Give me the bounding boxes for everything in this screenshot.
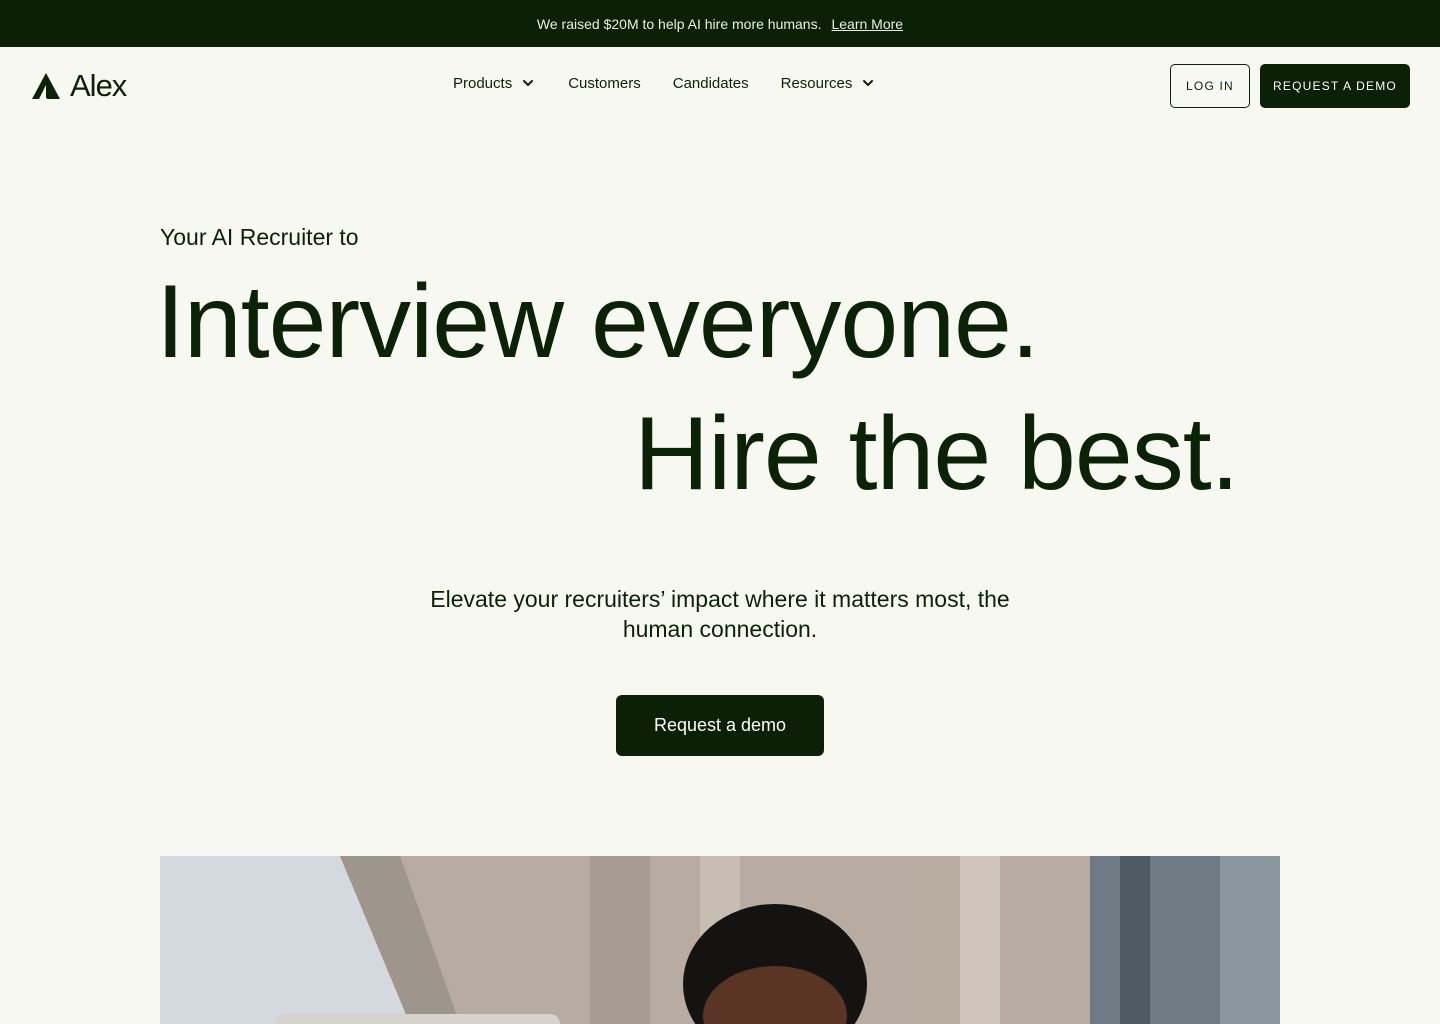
hero-request-demo-button[interactable]: Request a demo (616, 695, 824, 756)
hero-headline-line-2: Hire the best. (634, 396, 1240, 512)
chevron-down-icon (863, 80, 874, 86)
nav-item-label: Products (453, 74, 513, 92)
hero-headline-line-1: Interview everyone. (156, 264, 1040, 380)
chevron-down-icon (523, 80, 534, 86)
hero-photo-illustration (160, 856, 1280, 1024)
brand-logo[interactable]: Alex (30, 68, 127, 104)
announcement-text: We raised $20M to help AI hire more huma… (536, 15, 822, 32)
alex-logo-icon (32, 73, 60, 99)
hero-eyebrow: Your AI Recruiter to (160, 224, 359, 250)
hero-subtext: Elevate your recruiters’ impact where it… (430, 586, 1010, 642)
main-nav: Products Customers Candidates Resources (453, 70, 876, 96)
brand-name: Alex (70, 68, 127, 103)
nav-item-products[interactable]: Products (453, 75, 536, 92)
announcement-bar: We raised $20M to help AI hire more huma… (0, 0, 1440, 47)
learn-more-link[interactable]: Learn More (831, 16, 903, 32)
nav-item-candidates[interactable]: Candidates (673, 75, 749, 92)
nav-item-label: Candidates (672, 74, 749, 92)
nav-item-customers[interactable]: Customers (568, 75, 641, 92)
request-demo-button[interactable]: REQUEST A DEMO (1260, 64, 1410, 108)
hero-photo (160, 856, 1280, 1024)
nav-item-label: Resources (780, 74, 853, 92)
nav-item-label: Customers (568, 74, 641, 92)
nav-item-resources[interactable]: Resources (781, 75, 877, 92)
login-button[interactable]: LOG IN (1170, 64, 1250, 108)
